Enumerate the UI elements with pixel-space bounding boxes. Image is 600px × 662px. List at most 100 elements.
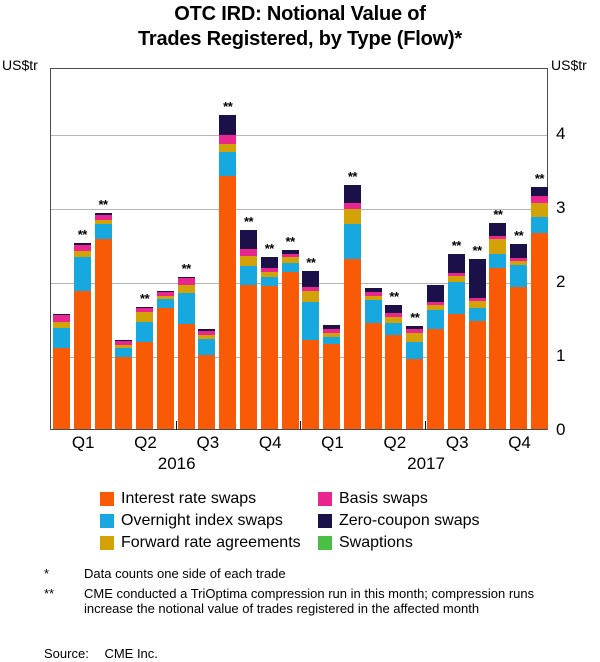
- bar-segment-overnight-index-swaps: [406, 341, 424, 359]
- bar-2016-03[interactable]: [94, 212, 112, 429]
- x-tick-label-2016-Q4: Q4: [258, 433, 282, 452]
- bar-segment-interest-rate-swaps: [447, 313, 465, 429]
- legend-swatch-zero_coupon_swaps: [318, 514, 332, 528]
- legend-item-swaptions[interactable]: Swaptions: [318, 535, 518, 551]
- bar-2016-08[interactable]: [198, 329, 216, 429]
- bar-2016-04[interactable]: [115, 339, 133, 429]
- bar-segment-forward-rate-agreements: [302, 291, 320, 302]
- bar-segment-forward-rate-agreements: [240, 255, 258, 267]
- compression-marker-2016-09: **: [223, 98, 233, 114]
- compression-marker-2016-10: **: [243, 213, 254, 229]
- bar-segment-zero-coupon-swaps: [219, 114, 237, 136]
- bar-segment-forward-rate-agreements: [406, 332, 424, 342]
- bar-segment-interest-rate-swaps: [323, 343, 341, 429]
- legend-item-forward_rate_agreements[interactable]: Forward rate agreements: [100, 535, 318, 551]
- bar-segment-zero-coupon-swaps: [260, 257, 278, 269]
- bar-2017-05[interactable]: [385, 305, 403, 429]
- footnotes: * Data counts one side of each trade ** CME…: [44, 566, 584, 620]
- bar-2016-12[interactable]: [281, 249, 299, 429]
- y-tick-label-right-1: 1: [556, 346, 566, 365]
- bar-segment-overnight-index-swaps: [343, 224, 361, 259]
- source-line: Source: CME Inc.: [44, 646, 158, 661]
- bar-segment-interest-rate-swaps: [427, 329, 445, 429]
- chart-legend: Interest rate swaps Basis swaps Overnight …: [100, 488, 520, 554]
- bar-2017-07[interactable]: [427, 285, 445, 429]
- x-tick-label-2017-Q4: Q4: [508, 433, 531, 452]
- bar-segment-overnight-index-swaps: [385, 323, 403, 336]
- bar-segment-zero-coupon-swaps: [302, 270, 320, 287]
- compression-marker-2017-03: **: [347, 168, 358, 184]
- chart-title-line-1: OTC IRD: Notional Value of: [174, 3, 426, 25]
- bar-2016-07[interactable]: [177, 276, 195, 429]
- bar-2016-10[interactable]: [240, 229, 258, 429]
- bar-segment-forward-rate-agreements: [530, 202, 548, 217]
- bar-2017-09[interactable]: [468, 258, 486, 429]
- bar-segment-zero-coupon-swaps: [240, 229, 258, 250]
- bar-2017-06[interactable]: [406, 326, 424, 429]
- bar-segment-interest-rate-swaps: [364, 323, 382, 429]
- bar-segment-interest-rate-swaps: [240, 284, 258, 429]
- bar-2017-01[interactable]: [302, 270, 320, 429]
- bar-segment-overnight-index-swaps: [364, 299, 382, 324]
- bar-segment-overnight-index-swaps: [302, 301, 320, 341]
- legend-label-overnight_index_swaps: Overnight index swaps: [121, 512, 283, 529]
- footnote-marker-1: *: [44, 566, 50, 581]
- y-tick-label-right-3: 3: [556, 198, 566, 217]
- bar-segment-overnight-index-swaps: [468, 308, 486, 321]
- bar-2017-11[interactable]: [510, 244, 528, 429]
- compression-marker-2016-03: **: [98, 196, 108, 212]
- bar-segment-interest-rate-swaps: [530, 232, 548, 429]
- bar-2017-08[interactable]: [447, 253, 465, 429]
- bar-segment-interest-rate-swaps: [219, 175, 237, 429]
- bar-segment-overnight-index-swaps: [219, 152, 237, 176]
- plot-area: ** ** ** ** ** ** ** ** ** ** ** ** ** ** ** ** **: [50, 68, 548, 430]
- bar-segment-forward-rate-agreements: [177, 284, 195, 293]
- legend-label-forward_rate_agreements: Forward rate agreements: [121, 534, 301, 551]
- legend-label-swaptions: Swaptions: [339, 534, 413, 551]
- bar-segment-zero-coupon-swaps: [530, 187, 548, 196]
- bar-segment-overnight-index-swaps: [447, 282, 465, 314]
- gridline-3: [51, 209, 547, 210]
- legend-swatch-forward_rate_agreements: [100, 536, 114, 550]
- bar-segment-interest-rate-swaps: [115, 357, 133, 429]
- bar-segment-forward-rate-agreements: [343, 208, 361, 225]
- source-text: CME Inc.: [104, 646, 158, 661]
- bar-2017-04[interactable]: [364, 288, 382, 429]
- bar-segment-overnight-index-swaps: [510, 264, 528, 287]
- compression-marker-2017-05: **: [389, 289, 399, 305]
- compression-marker-2017-06: **: [410, 310, 420, 326]
- bar-2016-06[interactable]: [156, 290, 174, 429]
- bar-segment-forward-rate-agreements: [468, 301, 486, 309]
- bar-segment-interest-rate-swaps: [489, 268, 507, 429]
- bar-2017-12[interactable]: [530, 187, 548, 429]
- legend-item-basis_swaps[interactable]: Basis swaps: [318, 491, 518, 507]
- legend-item-interest_rate_swaps[interactable]: Interest rate swaps: [100, 491, 318, 507]
- legend-item-overnight_index_swaps[interactable]: Overnight index swaps: [100, 513, 318, 529]
- bar-2016-09[interactable]: [219, 114, 237, 429]
- bar-segment-zero-coupon-swaps: [427, 285, 445, 302]
- bar-segment-overnight-index-swaps: [323, 336, 341, 344]
- compression-marker-2016-07: **: [181, 260, 192, 276]
- footnote-text-1: Data counts one side of each trade: [84, 566, 286, 581]
- bar-2016-01[interactable]: [53, 314, 70, 429]
- bar-segment-basis-swaps: [53, 315, 70, 323]
- bar-2016-11[interactable]: [260, 257, 278, 429]
- bar-2016-02[interactable]: [73, 243, 91, 429]
- legend-swatch-interest_rate_swaps: [100, 492, 114, 506]
- bar-segment-zero-coupon-swaps: [510, 244, 528, 259]
- bar-segment-overnight-index-swaps: [156, 298, 174, 309]
- footnote-text-2: CME conducted a TriOptima compression ru…: [84, 586, 535, 616]
- bar-2017-02[interactable]: [323, 324, 341, 429]
- bar-segment-zero-coupon-swaps: [468, 258, 486, 299]
- bar-segment-interest-rate-swaps: [468, 320, 486, 429]
- bar-2016-05[interactable]: [136, 306, 154, 429]
- compression-marker-2017-08: **: [451, 237, 462, 253]
- bar-segment-interest-rate-swaps: [406, 358, 424, 429]
- bar-2017-03[interactable]: [343, 184, 361, 429]
- bar-segment-interest-rate-swaps: [260, 286, 278, 429]
- bar-2017-10[interactable]: [489, 223, 507, 429]
- x-tick-label-2016-Q1: Q1: [71, 433, 95, 452]
- bar-segment-interest-rate-swaps: [302, 340, 320, 429]
- compression-marker-2016-12: **: [285, 233, 296, 249]
- legend-item-zero_coupon_swaps[interactable]: Zero-coupon swaps: [318, 513, 518, 529]
